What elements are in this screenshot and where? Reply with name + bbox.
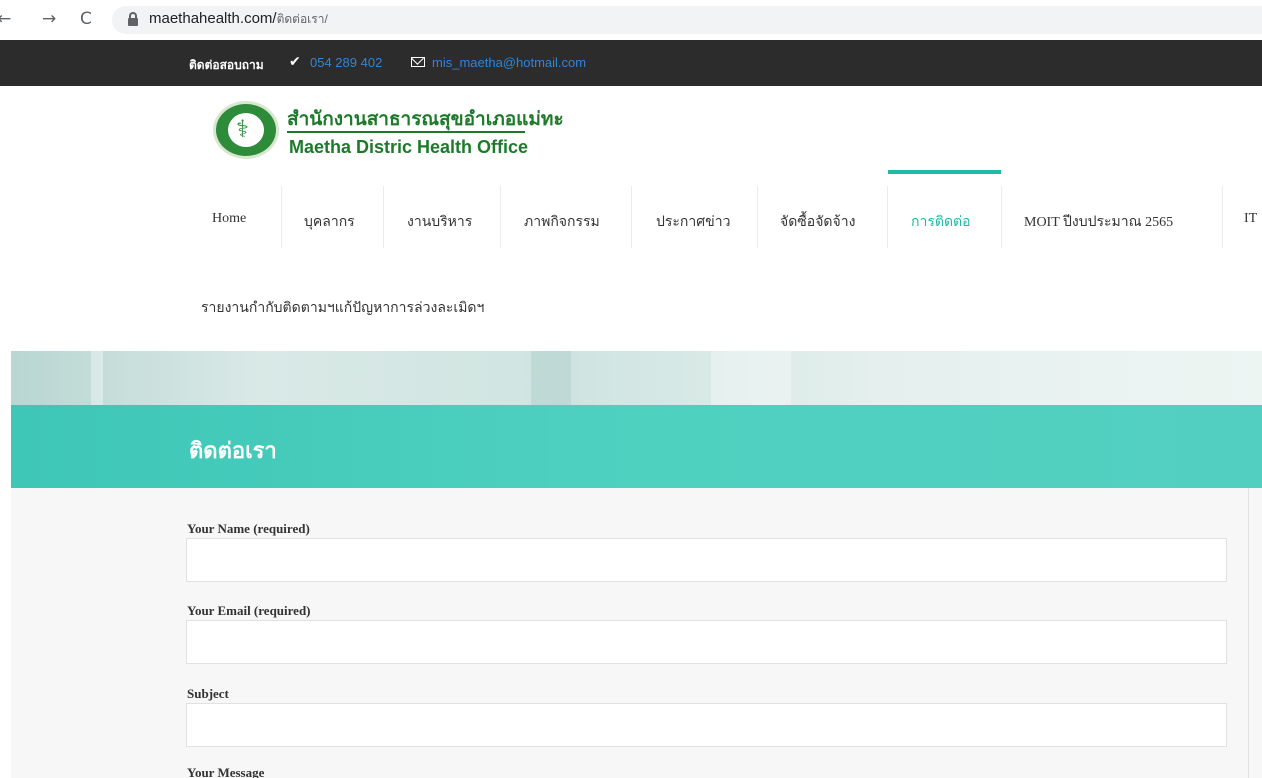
logo-english-name[interactable]: Maetha Distric Health Office: [289, 137, 528, 158]
url-domain: maethahealth.com/: [149, 10, 277, 27]
page-title: ติดต่อเรา: [189, 439, 277, 464]
nav-divider: [500, 186, 501, 248]
email-link[interactable]: mis_maetha@hotmail.com: [432, 55, 586, 70]
nav-divider: [383, 186, 384, 248]
lock-icon: [128, 12, 138, 26]
browser-toolbar: ← → C maethahealth.com/ติดต่อเรา/: [0, 0, 1262, 40]
email-field[interactable]: [186, 620, 1227, 664]
nav-item-moit[interactable]: MOIT ปีงบประมาณ 2565: [1024, 211, 1173, 233]
logo-divider: [287, 131, 525, 133]
nav-item-news[interactable]: ประกาศข่าว: [656, 211, 730, 233]
phone-icon: ✔: [289, 54, 301, 70]
url-text[interactable]: maethahealth.com/ติดต่อเรา/: [149, 10, 328, 29]
ministry-seal-logo[interactable]: [213, 101, 279, 159]
nav-active-indicator: [888, 170, 1001, 174]
subject-label: Subject: [187, 686, 229, 701]
url-path: ติดต่อเรา/: [276, 12, 328, 26]
nav-divider: [757, 186, 758, 248]
logo-thai-name[interactable]: สำนักงานสาธารณสุขอำเภอแม่ทะ: [287, 104, 564, 134]
forward-icon[interactable]: →: [42, 9, 56, 29]
nav-divider: [281, 186, 282, 248]
nav-divider: [1001, 186, 1002, 248]
email-label: Your Email (required): [187, 603, 311, 618]
nav-item-procurement[interactable]: จัดซื้อจัดจ้าง: [780, 211, 855, 233]
nav-item-it[interactable]: IT: [1244, 211, 1257, 227]
hero-banner-image: [11, 351, 1262, 405]
subject-field[interactable]: [186, 703, 1227, 747]
nav-divider: [887, 186, 888, 248]
nav-item-administration[interactable]: งานบริหาร: [407, 211, 472, 233]
contact-label: ติดต่อสอบถาม: [189, 58, 264, 72]
nav-divider: [631, 186, 632, 248]
name-label: Your Name (required): [187, 521, 310, 536]
nav-item-home[interactable]: Home: [212, 211, 246, 227]
back-icon[interactable]: ←: [0, 9, 11, 29]
reload-icon[interactable]: C: [80, 9, 92, 29]
mail-icon: [411, 57, 425, 67]
name-field[interactable]: [186, 538, 1227, 582]
phone-link[interactable]: 054 289 402: [310, 55, 382, 70]
content-divider: [1248, 488, 1249, 778]
top-contact-bar: ติดต่อสอบถาม ✔ 054 289 402 mis_maetha@ho…: [0, 40, 1262, 86]
message-label: Your Message: [187, 765, 265, 778]
nav-item-contact[interactable]: การติดต่อ: [911, 211, 971, 233]
nav-item-misconduct-report[interactable]: รายงานกำกับติดตามฯแก้ปัญหาการล่วงละเมิดฯ: [201, 297, 484, 319]
nav-item-activities[interactable]: ภาพกิจกรรม: [524, 211, 600, 233]
nav-divider: [1222, 186, 1223, 248]
nav-item-staff[interactable]: บุคลากร: [304, 211, 355, 233]
